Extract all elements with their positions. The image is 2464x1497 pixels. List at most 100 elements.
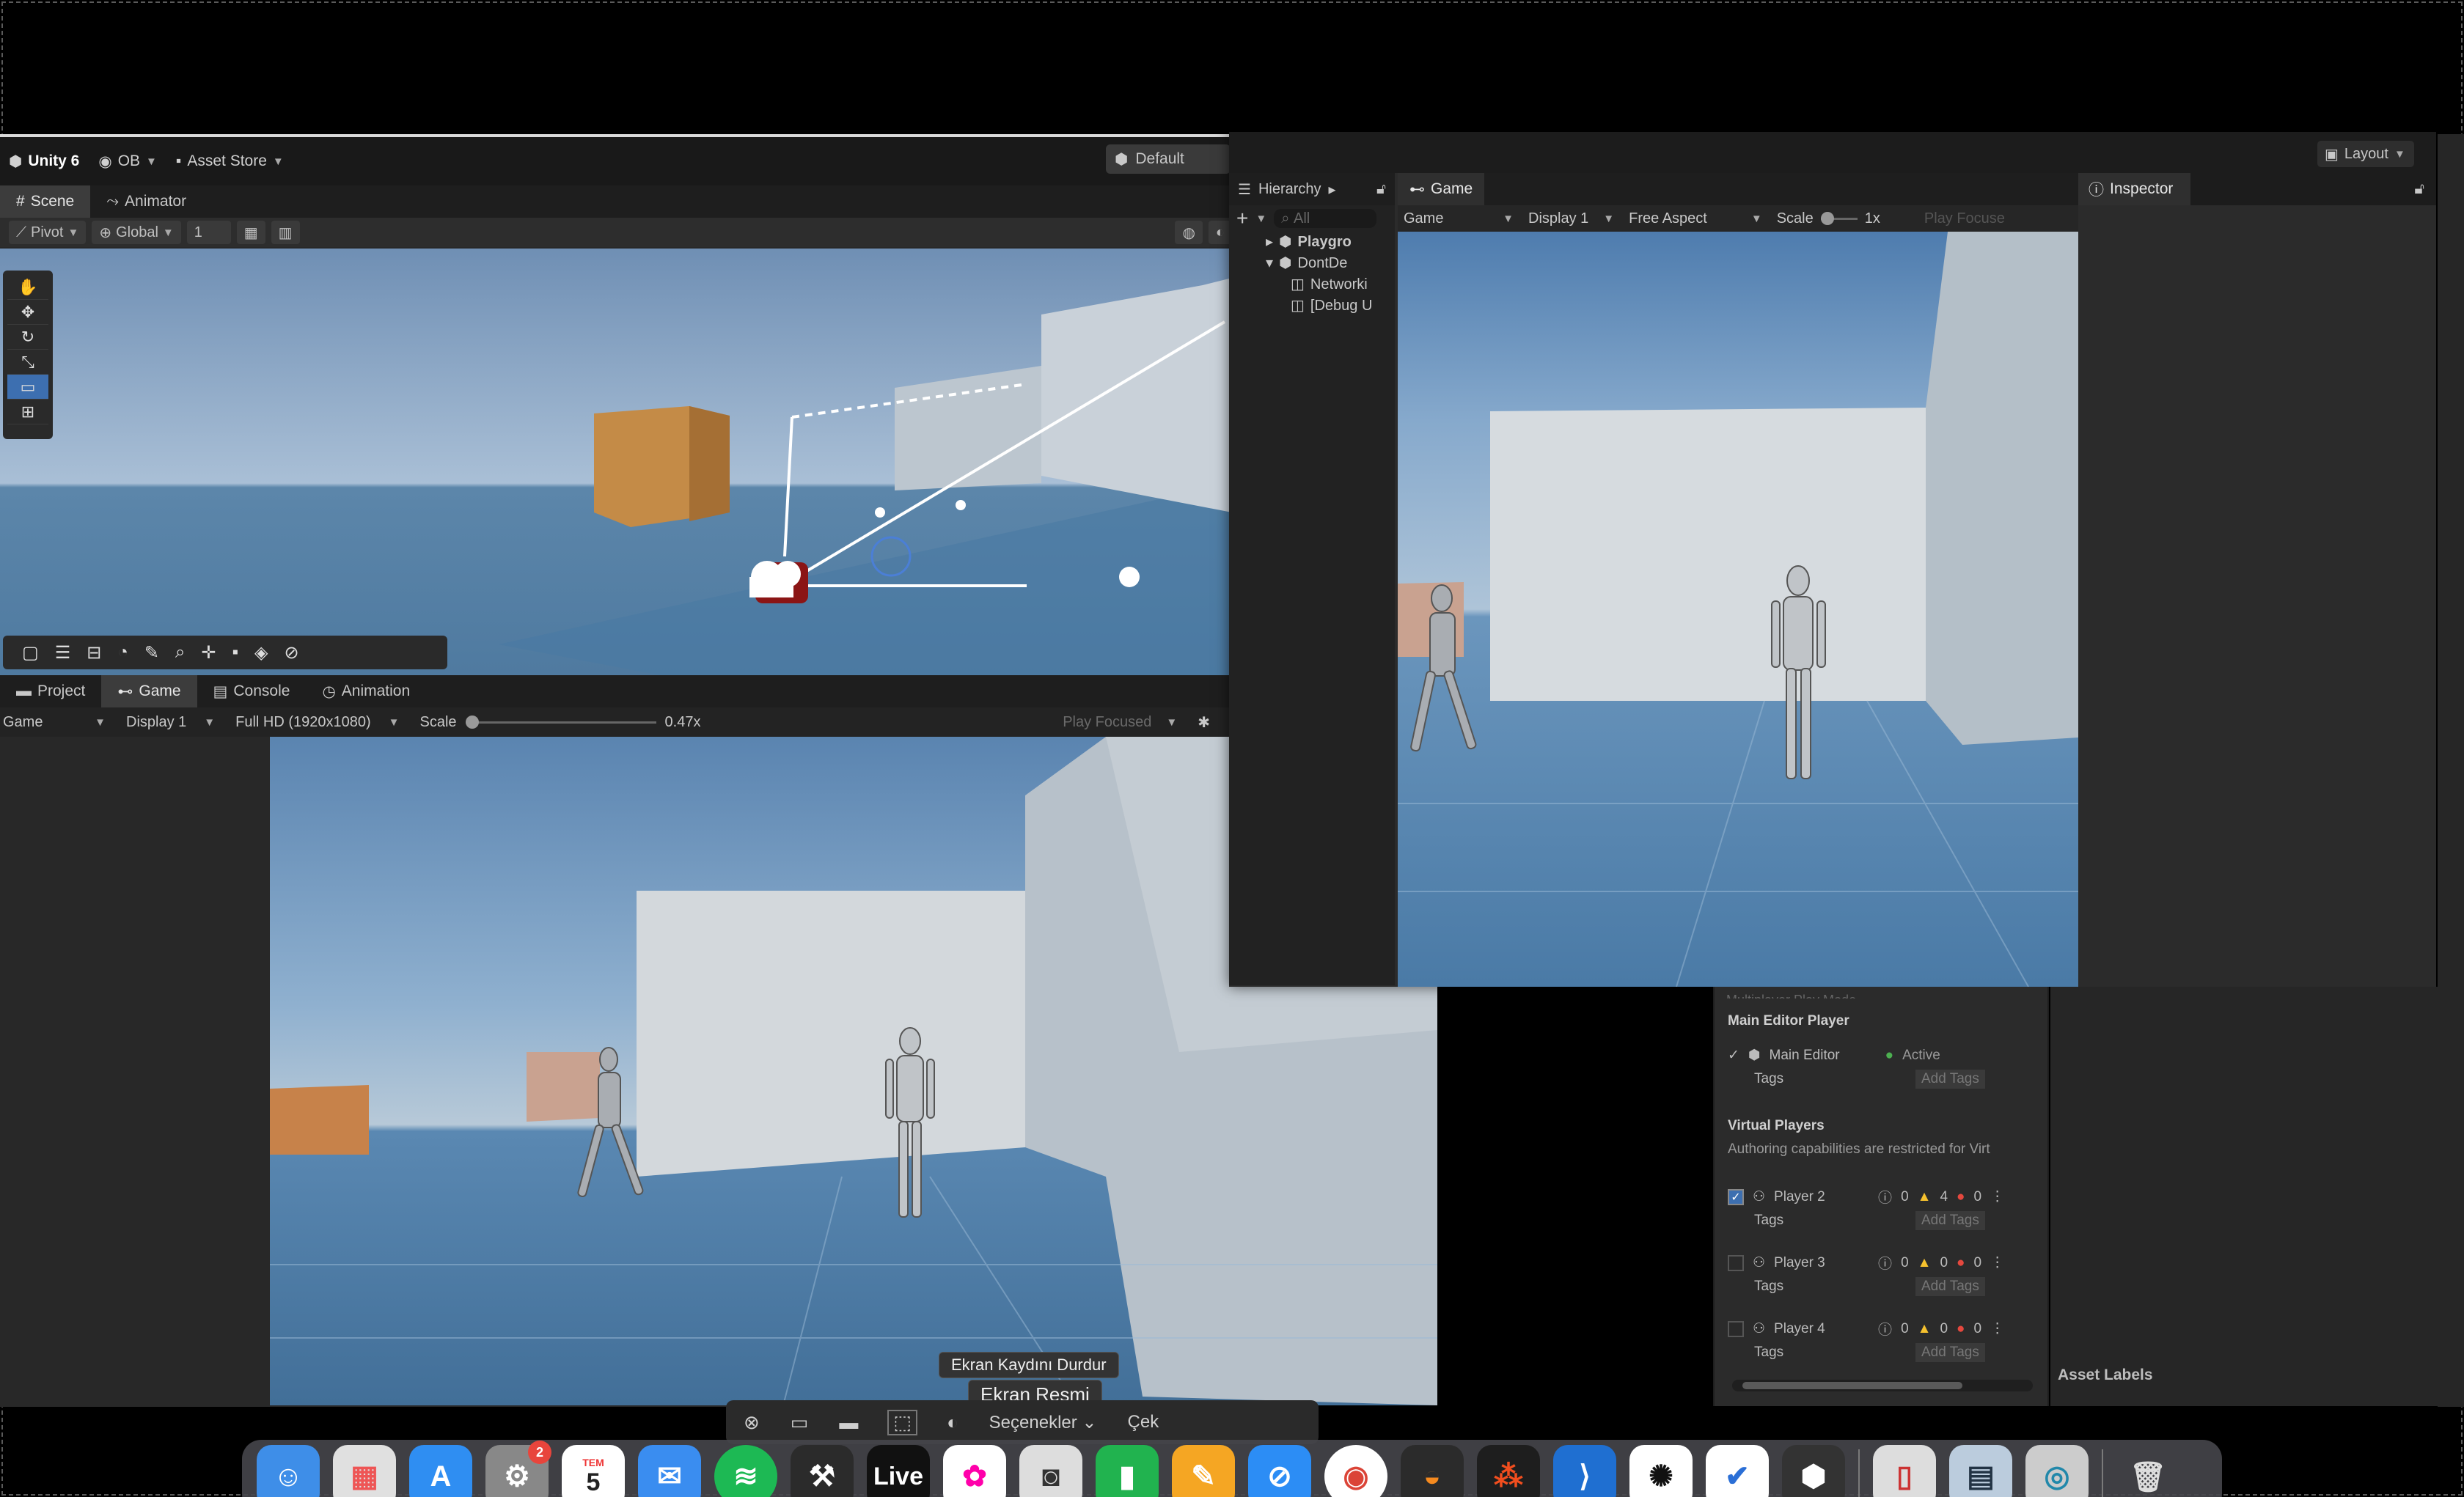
aspect-dropdown[interactable]: Free Aspect ▼ bbox=[1629, 210, 1762, 227]
record-icon[interactable]: ◐ bbox=[947, 1411, 958, 1434]
scale-thumb[interactable] bbox=[465, 715, 479, 729]
add-tags-button[interactable]: Add Tags bbox=[1915, 1211, 1985, 1230]
transform-tool-icon[interactable]: ⊞ bbox=[7, 400, 48, 424]
capture-selection-icon[interactable]: ⬚ bbox=[887, 1409, 917, 1435]
more-icon[interactable]: ⋮ bbox=[1990, 1188, 2004, 1205]
capture-screen-icon[interactable]: ▭ bbox=[791, 1411, 809, 1434]
scrollbar-thumb[interactable] bbox=[1742, 1382, 1962, 1389]
play-focused-label[interactable]: Play Focuse bbox=[1924, 210, 2005, 227]
game-view-dropdown[interactable]: Game ▼ bbox=[3, 714, 106, 731]
tasks-icon[interactable]: ✔ bbox=[1706, 1445, 1769, 1497]
hand-tool-icon[interactable]: ✋ bbox=[7, 275, 48, 300]
finder-icon[interactable]: ☺ bbox=[257, 1445, 320, 1497]
safari-icon[interactable]: ⊘ bbox=[1248, 1445, 1311, 1497]
ableton-live-icon[interactable]: Live bbox=[867, 1445, 930, 1497]
add-tags-button[interactable]: Add Tags bbox=[1915, 1277, 1985, 1296]
more-icon[interactable]: ⋮ bbox=[1990, 1320, 2004, 1337]
blender-icon[interactable]: ◒ bbox=[1401, 1445, 1464, 1497]
scale-slider[interactable]: Scale 0.47x bbox=[420, 714, 701, 731]
move-tool-icon[interactable]: ✥ bbox=[7, 300, 48, 325]
layout-icon[interactable]: ⊟ bbox=[87, 642, 101, 663]
zoom-icon[interactable]: ⌕ bbox=[175, 642, 185, 663]
tab-game[interactable]: ⊷ Game bbox=[101, 675, 197, 707]
hierarchy-item[interactable]: ◫ Networki bbox=[1266, 274, 1395, 295]
tab-animation[interactable]: ◷ Animation bbox=[306, 675, 426, 707]
app-store-icon[interactable]: A bbox=[409, 1445, 472, 1497]
global-dropdown[interactable]: ⊕ Global ▼ bbox=[92, 221, 181, 244]
calendar-icon[interactable]: TEM 5 bbox=[562, 1445, 625, 1497]
unity-hub-icon[interactable]: ⬢ bbox=[1782, 1445, 1845, 1497]
options-dropdown[interactable]: Seçenekler ⌄ bbox=[989, 1412, 1097, 1433]
player-checkbox[interactable]: ✓ bbox=[1728, 1188, 1744, 1205]
scale-thumb[interactable] bbox=[1820, 211, 1834, 225]
hierarchy-tab[interactable]: ☰ Hierarchy ▸ 🔓︎ bbox=[1229, 173, 1395, 205]
chatgpt-icon[interactable]: ✺ bbox=[1629, 1445, 1693, 1497]
tab-game[interactable]: ⊷ Game bbox=[1398, 173, 1485, 205]
capture-button[interactable]: Çek bbox=[1128, 1412, 1159, 1432]
camera-gizmo-icon[interactable] bbox=[741, 545, 814, 611]
hierarchy-item[interactable]: ▾ ⬢ DontDe bbox=[1266, 253, 1395, 274]
display-dropdown[interactable]: Display 1 ▼ bbox=[126, 714, 215, 731]
vscode-icon[interactable]: ⟩ bbox=[1553, 1445, 1616, 1497]
chrome-icon[interactable]: ◉ bbox=[1324, 1445, 1387, 1497]
tab-console[interactable]: ▤ Console bbox=[197, 675, 307, 707]
lock-icon[interactable]: 🔓︎ bbox=[2414, 180, 2424, 198]
trash-icon[interactable]: 🗑︎ bbox=[2116, 1445, 2179, 1497]
compass-icon[interactable]: ⊘ bbox=[284, 642, 298, 663]
layout-dropdown[interactable]: ▣ Layout ▼ bbox=[2317, 141, 2414, 167]
quicktime-icon[interactable]: ◎ bbox=[2025, 1445, 2089, 1497]
layout-default-button[interactable]: ⬢ Default bbox=[1106, 144, 1231, 174]
bug-icon[interactable]: ✱ bbox=[1198, 713, 1210, 732]
player-checkbox[interactable] bbox=[1728, 1254, 1744, 1271]
lock-icon[interactable]: 🔓︎ bbox=[1376, 181, 1386, 198]
unity-logo-menu[interactable]: ⬢ Unity 6 bbox=[9, 152, 79, 171]
iphone-mirroring-icon[interactable]: ▯ bbox=[1873, 1445, 1936, 1497]
photos-icon[interactable]: ✿ bbox=[943, 1445, 1006, 1497]
select-icon[interactable]: ▢ bbox=[22, 642, 39, 663]
tab-animator[interactable]: ⤳ Animator bbox=[90, 185, 202, 218]
grid-snap-dropdown[interactable]: ▦ bbox=[236, 221, 265, 244]
pages-icon[interactable]: ✎ bbox=[1172, 1445, 1235, 1497]
hierarchy-item[interactable]: ◫ [Debug U bbox=[1266, 295, 1395, 317]
account-dropdown[interactable]: ◉ OB ▼ bbox=[98, 152, 157, 171]
increment-snap-dropdown[interactable]: ▥ bbox=[271, 221, 300, 244]
more-icon[interactable]: ⋮ bbox=[1990, 1254, 2004, 1271]
tab-scene[interactable]: # Scene bbox=[0, 185, 91, 218]
screenshot-icon[interactable]: ◙ bbox=[1019, 1445, 1082, 1497]
mail-icon[interactable]: ✉ bbox=[638, 1445, 701, 1497]
floating-window-titlebar[interactable] bbox=[1229, 132, 2436, 173]
scale-tool-icon[interactable]: ⤡ bbox=[7, 350, 48, 375]
hierarchy-item[interactable]: ▸ ⬢ Playgro bbox=[1266, 232, 1395, 253]
pivot-dropdown[interactable]: ⟋ Pivot ▼ bbox=[9, 221, 87, 244]
tab-project[interactable]: ▬ Project bbox=[0, 675, 101, 707]
scale-slider[interactable]: Scale 1x bbox=[1777, 210, 1880, 227]
gizmo-icon[interactable]: ◈ bbox=[254, 642, 268, 663]
resolution-dropdown[interactable]: Full HD (1920x1080) ▼ bbox=[235, 714, 399, 731]
add-tags-button[interactable]: Add Tags bbox=[1915, 1343, 1985, 1362]
figma-icon[interactable]: ⁂ bbox=[1477, 1445, 1540, 1497]
preview-icon[interactable]: ▤ bbox=[1949, 1445, 2012, 1497]
orbit-icon[interactable]: ◔ bbox=[117, 642, 128, 663]
pan-icon[interactable]: ✛ bbox=[201, 642, 216, 663]
game-view-dropdown[interactable]: Game ▼ bbox=[1404, 210, 1514, 227]
numbers-icon[interactable]: ▮ bbox=[1096, 1445, 1159, 1497]
add-tags-button[interactable]: Add Tags bbox=[1915, 1070, 1985, 1089]
system-settings-icon[interactable]: ⚙ 2 bbox=[485, 1441, 551, 1497]
chevron-down-icon[interactable]: ▼ bbox=[1255, 213, 1266, 225]
asset-store-dropdown[interactable]: ▪ Asset Store ▼ bbox=[176, 152, 284, 170]
draw-mode-button[interactable]: ◍ bbox=[1175, 221, 1203, 244]
grid-size-input[interactable]: 1 bbox=[186, 221, 231, 244]
launchpad-icon[interactable]: ▦ bbox=[333, 1445, 396, 1497]
display-dropdown[interactable]: Display 1 ▼ bbox=[1528, 210, 1614, 227]
rotate-tool-icon[interactable]: ↻ bbox=[7, 325, 48, 350]
scene-viewport[interactable]: ✋ ✥ ↻ ⤡ ▭ ⊞ ▢ ☰ ⊟ ◔ ✎ ⌕ ✛ ▪ ◈ ⊘ bbox=[0, 249, 1232, 675]
close-icon[interactable]: ⊗ bbox=[744, 1411, 760, 1434]
horizontal-scrollbar[interactable] bbox=[1732, 1380, 2033, 1391]
instruments-icon[interactable]: ⚒ bbox=[791, 1445, 854, 1497]
player-checkbox[interactable] bbox=[1728, 1320, 1744, 1337]
check-icon[interactable]: ✓ bbox=[1728, 1047, 1739, 1064]
game-viewport[interactable] bbox=[1398, 232, 2078, 987]
tab-inspector[interactable]: ⓘ Inspector bbox=[2078, 173, 2191, 205]
play-focused-dropdown[interactable]: Play Focused ▼ bbox=[1063, 714, 1177, 731]
hierarchy-search-input[interactable]: ⌕ All bbox=[1274, 209, 1377, 228]
